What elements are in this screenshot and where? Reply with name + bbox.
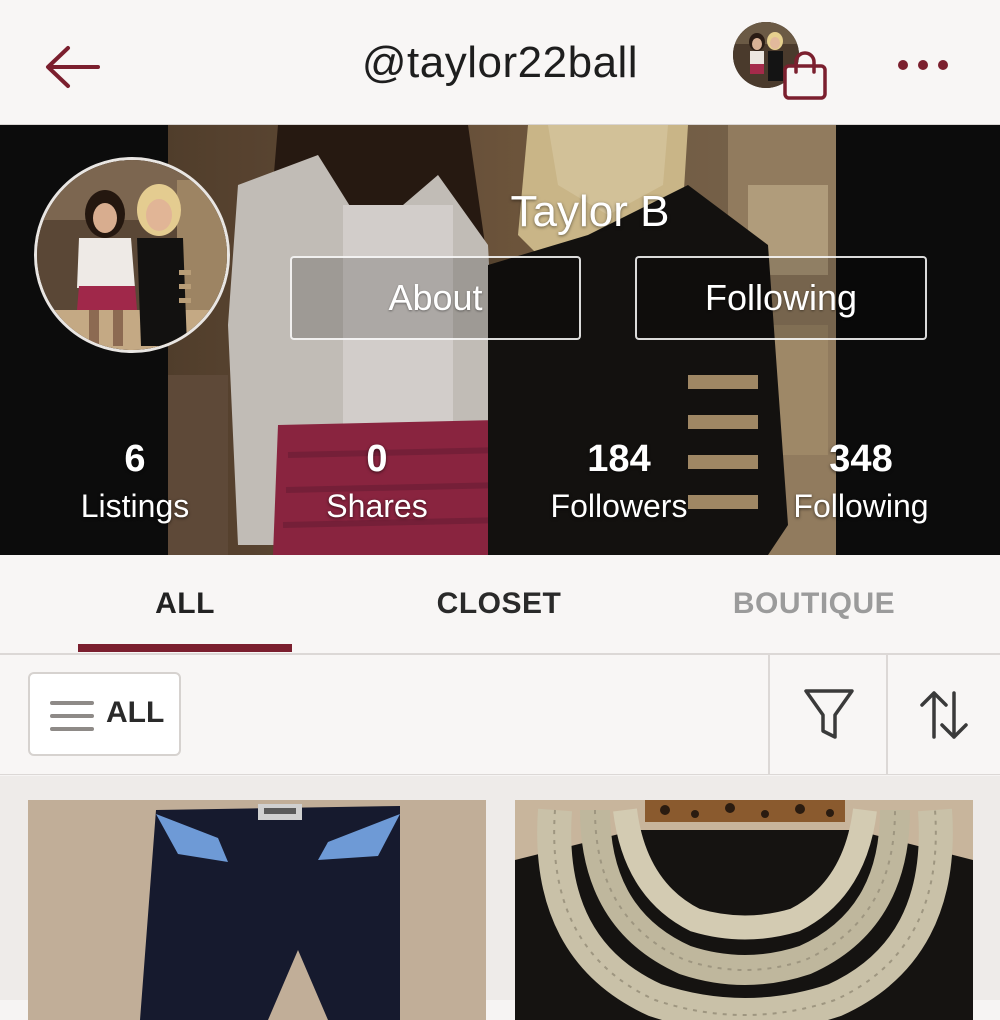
stat-followers[interactable]: 184 Followers bbox=[499, 437, 739, 531]
stat-following[interactable]: 348 Following bbox=[741, 437, 981, 531]
category-dropdown-button[interactable]: ALL bbox=[28, 672, 181, 756]
about-button[interactable]: About bbox=[290, 256, 581, 340]
sort-arrows-icon bbox=[920, 691, 968, 739]
more-horizontal-icon bbox=[898, 60, 948, 70]
stat-label: Shares bbox=[326, 488, 428, 524]
tab-boutique[interactable]: BOUTIQUE bbox=[705, 555, 923, 655]
sort-button[interactable] bbox=[888, 655, 1000, 775]
stat-label: Following bbox=[793, 488, 929, 524]
active-tab-indicator bbox=[78, 644, 292, 652]
listing-card[interactable] bbox=[515, 800, 973, 1020]
following-button[interactable]: Following bbox=[635, 256, 927, 340]
more-options-button[interactable] bbox=[893, 50, 953, 80]
stat-value: 184 bbox=[587, 438, 651, 480]
listing-card[interactable] bbox=[28, 800, 486, 1020]
display-name: Taylor B bbox=[510, 187, 670, 236]
stat-value: 348 bbox=[829, 438, 893, 480]
stat-value: 0 bbox=[366, 438, 388, 480]
listing-grid bbox=[0, 776, 1000, 1020]
stat-shares[interactable]: 0 Shares bbox=[257, 437, 497, 531]
scarf-listing-image bbox=[515, 800, 973, 1020]
arrow-left-icon bbox=[46, 46, 100, 88]
bundle-button[interactable] bbox=[733, 22, 833, 104]
top-bar: @taylor22ball bbox=[0, 0, 1000, 125]
tab-all[interactable]: ALL bbox=[78, 555, 292, 655]
profile-cover: Taylor B About Following 6 Listings 0 Sh… bbox=[0, 125, 1000, 555]
stat-value: 6 bbox=[124, 438, 146, 480]
stat-label: Listings bbox=[80, 488, 190, 524]
hamburger-menu-icon bbox=[50, 701, 94, 731]
filter-button[interactable] bbox=[770, 655, 886, 775]
shopping-bag-icon bbox=[783, 51, 827, 100]
leggings-listing-image bbox=[28, 800, 486, 1020]
stat-label: Followers bbox=[550, 488, 688, 524]
closet-username-title: @taylor22ball bbox=[361, 38, 639, 87]
category-label: ALL bbox=[106, 696, 165, 729]
filter-funnel-icon bbox=[804, 689, 854, 739]
filter-bar: ALL bbox=[0, 655, 1000, 775]
stat-listings[interactable]: 6 Listings bbox=[15, 437, 255, 531]
profile-avatar[interactable] bbox=[34, 157, 230, 353]
back-button[interactable] bbox=[40, 40, 104, 94]
tab-closet[interactable]: CLOSET bbox=[390, 555, 608, 655]
closet-tabs: ALL CLOSET BOUTIQUE bbox=[0, 555, 1000, 655]
